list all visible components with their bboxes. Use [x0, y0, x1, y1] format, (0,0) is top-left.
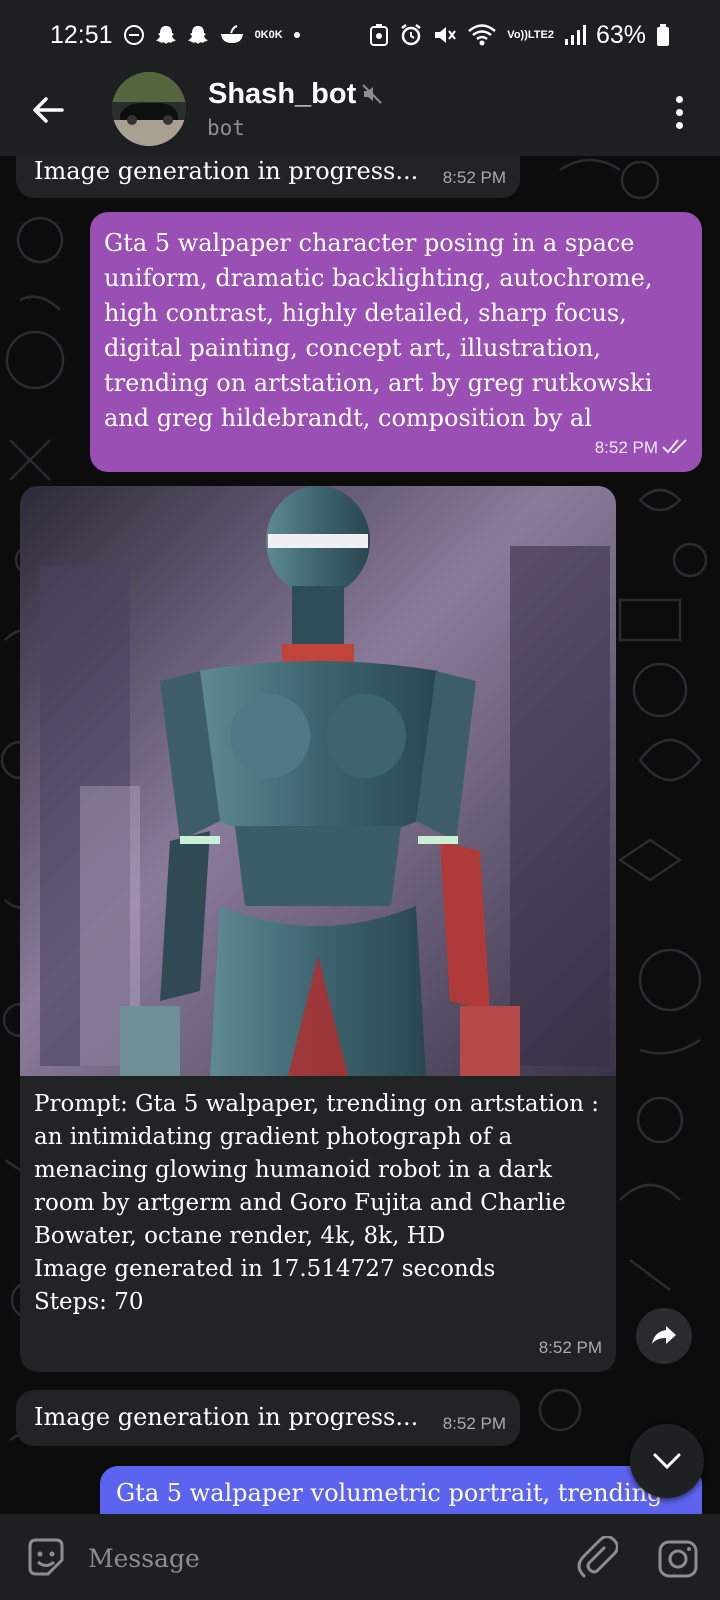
message-time: 8:52 PM: [442, 168, 506, 187]
paperclip-icon: [577, 1535, 619, 1578]
snapchat-icon-2: [187, 24, 209, 46]
wifi-icon: [467, 23, 497, 47]
avatar[interactable]: [112, 72, 186, 146]
status-bar: 12:51 0K 0K Vo)) LTE2 63%: [0, 0, 720, 70]
data-speed-indicator: 0K 0K: [254, 28, 283, 41]
more-options-button[interactable]: [664, 90, 694, 134]
chat-header: Shash_bot bot: [0, 70, 720, 156]
signal-strength-icon: [564, 24, 586, 46]
status-time: 12:51: [50, 20, 113, 49]
image-message[interactable]: Prompt: Gta 5 walpaper, trending on arts…: [20, 486, 616, 1372]
camera-button[interactable]: [656, 1536, 700, 1580]
alarm-icon: [399, 23, 423, 47]
message-bubble-outgoing[interactable]: Gta 5 walpaper character posing in a spa…: [90, 212, 702, 472]
forward-button[interactable]: [636, 1308, 692, 1364]
attach-button[interactable]: [574, 1535, 619, 1580]
message-text: Gta 5 walpaper volumetric portrait, tren…: [116, 1479, 663, 1507]
dot-icon: [675, 108, 683, 116]
recycle-battery-icon: [369, 23, 389, 47]
arrow-left-icon: [33, 97, 64, 123]
do-not-disturb-icon: [123, 24, 145, 46]
emoji-button[interactable]: [24, 1536, 68, 1580]
battery-percent: 63%: [595, 20, 646, 49]
dot-icon: [675, 95, 683, 103]
dot-icon: [675, 121, 683, 129]
double-check-icon: [662, 438, 690, 458]
snapchat-icon: [155, 24, 177, 46]
message-time: 8:52 PM: [538, 1338, 602, 1357]
battery-icon: [656, 23, 670, 47]
share-arrow-icon: [652, 1326, 676, 1344]
image-caption: Prompt: Gta 5 walpaper, trending on arts…: [34, 1091, 599, 1315]
mute-speaker-icon: [433, 24, 457, 46]
food-bowl-icon: [219, 24, 245, 46]
message-text: Gta 5 walpaper character posing in a spa…: [104, 229, 653, 432]
message-text: Image generation in progress...: [34, 1403, 419, 1431]
generated-robot-image[interactable]: [20, 486, 616, 1076]
sticker-smile-icon: [28, 1538, 64, 1576]
message-input[interactable]: [86, 1534, 550, 1582]
camera-icon: [658, 1540, 698, 1578]
chat-subtitle: bot: [207, 116, 245, 140]
message-time: 8:52 PM: [442, 1414, 506, 1433]
chat-title[interactable]: Shash_bot: [208, 78, 356, 111]
muted-chat-icon: [362, 84, 382, 108]
message-text: Image generation in progress...: [34, 157, 419, 185]
message-bubble-incoming[interactable]: Image generation in progress... 8:52 PM: [16, 150, 520, 198]
message-time: 8:52 PM: [594, 438, 658, 457]
network-type-indicator: Vo)) LTE2: [507, 28, 554, 41]
notification-dot-icon: [293, 31, 301, 39]
car-photo-icon: [112, 72, 186, 146]
chevron-down-icon: [653, 1453, 681, 1470]
message-bubble-incoming[interactable]: Image generation in progress... 8:52 PM: [16, 1390, 520, 1446]
message-composer: [0, 1514, 720, 1600]
scroll-to-bottom-button[interactable]: [630, 1424, 704, 1498]
back-button[interactable]: [26, 88, 70, 132]
